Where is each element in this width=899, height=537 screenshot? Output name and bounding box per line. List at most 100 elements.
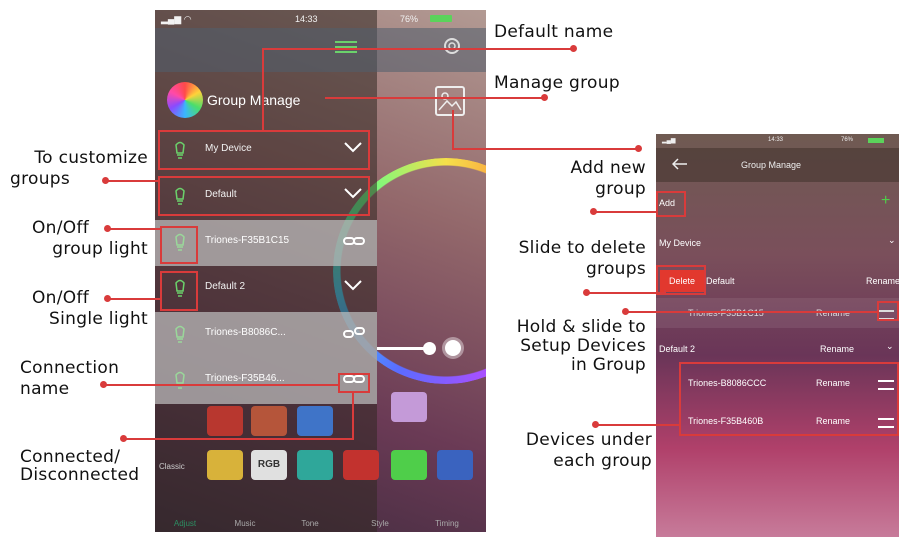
highlight-drag xyxy=(877,301,899,321)
group-name: Default 2 xyxy=(205,281,246,292)
callout-connected: Connected/ Disconnected xyxy=(20,448,139,484)
leader-dot xyxy=(592,421,599,428)
leader-line xyxy=(587,292,665,294)
leader-line xyxy=(108,228,160,230)
callout-add-new: Add new group xyxy=(500,158,646,200)
leader-line xyxy=(124,438,354,440)
brightness-slider-handle[interactable] xyxy=(423,342,436,355)
color-swatch[interactable] xyxy=(391,392,427,422)
chevron-down-icon[interactable]: ⌄ xyxy=(886,341,894,352)
color-swatch[interactable] xyxy=(251,406,287,436)
callout-slide-delete: Slide to delete groups xyxy=(490,238,646,280)
leader-line xyxy=(108,298,160,300)
tab-music[interactable]: Music xyxy=(215,519,275,528)
header-bar: Group Manage xyxy=(656,148,899,182)
list-item-device[interactable]: Triones-B8086C... xyxy=(155,312,377,358)
callout-line: groups xyxy=(585,259,646,279)
rename-button[interactable]: Rename xyxy=(866,276,899,286)
callout-manage-group: Manage group xyxy=(494,73,620,93)
rgb-swatch[interactable]: RGB xyxy=(251,450,287,480)
leader-dot xyxy=(102,177,109,184)
phone-screen-group-edit: ▂▄▆ 14:33 76% Group Manage Add + My Devi… xyxy=(656,134,899,537)
callout-onoff-group: On/Off group light xyxy=(0,218,148,260)
device-name: Triones-B8086C... xyxy=(205,327,286,338)
color-swatch[interactable] xyxy=(297,406,333,436)
leader-dot xyxy=(570,45,577,52)
sun-icon xyxy=(445,340,461,356)
plus-icon[interactable]: + xyxy=(881,192,890,210)
leader-line xyxy=(106,180,158,182)
color-swatch[interactable] xyxy=(391,450,427,480)
leader-dot xyxy=(635,145,642,152)
leader-line xyxy=(452,110,454,150)
header-title: Group Manage xyxy=(741,160,802,170)
leader-line xyxy=(262,48,264,130)
add-row: Add + xyxy=(656,188,899,218)
status-battery: 76% xyxy=(841,137,854,143)
callout-line: each group xyxy=(553,451,652,471)
list-icon[interactable] xyxy=(335,40,357,54)
highlight-group-bulb xyxy=(160,226,198,264)
callout-line: To customize xyxy=(34,148,148,168)
list-item-default-2[interactable]: Default 2 Rename ⌄ xyxy=(656,334,899,364)
color-swatch[interactable] xyxy=(207,450,243,480)
battery-icon xyxy=(430,15,452,22)
callout-line: Hold & slide to xyxy=(516,317,646,337)
list-item-my-device[interactable]: My Device ⌄ xyxy=(656,228,899,258)
link-icon xyxy=(343,234,365,248)
callout-line: Connection xyxy=(20,358,120,378)
highlight-link xyxy=(338,373,370,393)
rename-button[interactable]: Rename xyxy=(816,308,850,318)
callout-line: Setup Devices xyxy=(520,336,646,356)
chevron-down-icon[interactable] xyxy=(343,278,363,294)
tab-adjust[interactable]: Adjust xyxy=(155,519,215,528)
highlight-add xyxy=(656,191,686,217)
callout-line: Devices under xyxy=(525,430,652,450)
leader-dot xyxy=(583,289,590,296)
back-icon[interactable] xyxy=(672,158,688,170)
signal-icon: ▂▄▆ xyxy=(662,138,676,144)
leader-line xyxy=(596,424,680,426)
brightness-slider-track[interactable] xyxy=(377,347,427,350)
leader-line xyxy=(452,148,638,150)
signal-icon: ▂▄▆ ◠ xyxy=(161,14,192,24)
settings-gear-icon[interactable] xyxy=(442,36,462,56)
callout-line: group xyxy=(595,179,646,199)
top-toolbar xyxy=(155,28,486,72)
leader-line xyxy=(325,97,545,99)
color-swatch[interactable] xyxy=(437,450,473,480)
tab-style[interactable]: Style xyxy=(350,519,410,528)
classic-label: Classic xyxy=(159,462,185,471)
status-time: 14:33 xyxy=(768,137,784,143)
broken-link-icon xyxy=(343,326,365,340)
group-manage-title: Group Manage xyxy=(207,92,301,108)
color-swatch[interactable] xyxy=(343,450,379,480)
leader-line xyxy=(594,211,656,213)
battery-icon xyxy=(868,138,884,143)
tab-timing[interactable]: Timing xyxy=(417,519,477,528)
highlight-image xyxy=(428,82,472,122)
list-item-device[interactable]: Triones-F35B1C15 Rename xyxy=(656,298,899,328)
callout-line: Single light xyxy=(49,309,148,329)
bulb-icon[interactable] xyxy=(170,371,190,391)
callout-line: Add new xyxy=(570,158,646,178)
status-time: 14:33 xyxy=(295,14,318,24)
leader-dot xyxy=(104,225,111,232)
chevron-down-icon[interactable]: ⌄ xyxy=(888,235,896,246)
color-swatch[interactable] xyxy=(297,450,333,480)
color-swatch[interactable] xyxy=(207,406,243,436)
bulb-icon[interactable] xyxy=(170,325,190,345)
rename-button[interactable]: Rename xyxy=(820,344,854,354)
group-name: Default xyxy=(706,276,735,286)
leader-line xyxy=(664,290,666,295)
device-name: Triones-F35B1C15 xyxy=(205,235,290,246)
highlight-devices xyxy=(679,362,899,436)
leader-line xyxy=(352,392,354,440)
leader-line xyxy=(262,48,574,50)
callout-line: Connected/ xyxy=(20,447,121,467)
status-battery: 76% xyxy=(400,14,419,24)
callout-line: Disconnected xyxy=(20,465,140,485)
callout-to-customize: To customize groups xyxy=(0,148,148,190)
tab-tone[interactable]: Tone xyxy=(280,519,340,528)
callout-connection-name: Connection name xyxy=(20,358,119,400)
